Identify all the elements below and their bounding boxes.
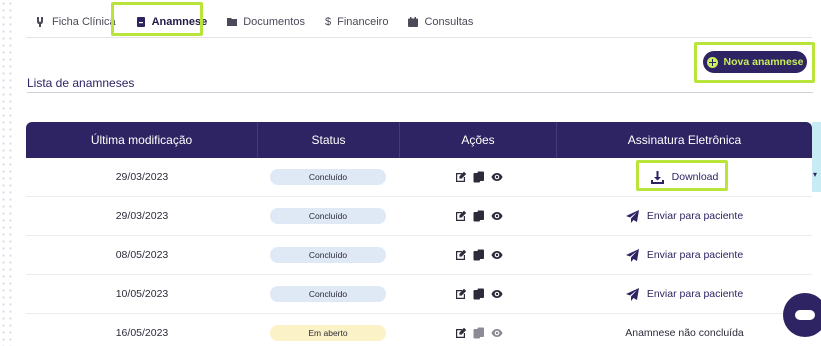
chat-icon — [795, 310, 815, 320]
row-actions-cell — [400, 236, 557, 274]
row-date: 10/05/2023 — [115, 288, 169, 300]
plus-circle-icon — [706, 56, 718, 68]
send-to-patient-button[interactable]: Enviar para paciente — [625, 209, 744, 223]
row-date: 08/05/2023 — [115, 249, 169, 261]
copy-icon[interactable] — [473, 288, 485, 300]
section-title: Lista de anamneses — [27, 76, 135, 90]
status-badge: Concluído — [270, 247, 386, 263]
table-row: 29/03/2023 Concluído Download — [26, 158, 812, 197]
row-actions-cell — [400, 197, 557, 235]
row-signature-cell: Download — [557, 158, 812, 196]
row-actions-cell — [400, 314, 557, 346]
side-scroll-strip[interactable]: ▾ — [812, 122, 821, 192]
clinic-icon — [37, 16, 43, 27]
row-signature-cell: Anamnese não concluída — [557, 314, 812, 346]
row-status-cell: Em aberto — [258, 314, 400, 346]
send-to-patient-button[interactable]: Enviar para paciente — [625, 287, 744, 301]
status-badge: Em aberto — [270, 325, 386, 341]
edit-icon[interactable] — [455, 249, 467, 261]
eye-icon[interactable] — [491, 171, 503, 183]
row-actions-cell — [400, 158, 557, 196]
tab-bar: Ficha Clínica Anamnese Documentos $ Fina… — [26, 6, 812, 38]
header-signature: Assinatura Eletrônica — [627, 133, 742, 147]
row-signature-cell: Enviar para paciente — [557, 236, 812, 274]
copy-icon[interactable] — [473, 249, 485, 261]
download-label: Download — [671, 171, 719, 183]
row-actions-cell — [400, 275, 557, 313]
row-actions — [455, 327, 503, 339]
new-anamnese-label: Nova anamnese — [723, 56, 804, 68]
eye-icon[interactable] — [491, 210, 503, 222]
chevron-down-icon: ▾ — [813, 170, 818, 179]
header-status: Status — [258, 122, 400, 158]
header-actions: Ações — [400, 122, 557, 158]
download-icon — [650, 170, 664, 184]
section-divider — [27, 92, 813, 93]
table-row: 08/05/2023 Concluído Enviar para pacient… — [26, 236, 812, 275]
paper-plane-icon — [625, 248, 639, 262]
header-last-modified: Última modificação — [26, 122, 258, 158]
copy-icon[interactable] — [473, 171, 485, 183]
row-signature-cell: Enviar para paciente — [557, 197, 812, 235]
send-label: Enviar para paciente — [646, 249, 744, 261]
page-gutter — [0, 0, 14, 346]
download-button[interactable]: Download — [650, 170, 719, 184]
eye-icon[interactable] — [491, 288, 503, 300]
send-label: Enviar para paciente — [646, 288, 744, 300]
notebook-icon — [136, 16, 145, 27]
row-status-cell: Concluído — [258, 197, 400, 235]
row-status-cell: Concluído — [258, 158, 400, 196]
row-date: 16/05/2023 — [115, 327, 169, 339]
paper-plane-icon — [625, 209, 639, 223]
edit-icon[interactable] — [455, 288, 467, 300]
status-badge: Concluído — [270, 169, 386, 185]
folder-icon — [227, 17, 238, 26]
table-row: 16/05/2023 Em aberto Anamnese não conclu… — [26, 314, 812, 346]
calendar-icon — [408, 16, 419, 27]
copy-icon[interactable] — [473, 210, 485, 222]
tab-consultas[interactable]: Consultas — [398, 7, 483, 37]
table-row: 10/05/2023 Concluído Enviar para pacient… — [26, 275, 812, 314]
row-status-cell: Concluído — [258, 236, 400, 274]
tab-financeiro[interactable]: $ Financeiro — [315, 7, 398, 37]
signature-status-text: Anamnese não concluída — [625, 327, 744, 339]
send-label: Enviar para paciente — [646, 210, 744, 222]
edit-icon[interactable] — [455, 210, 467, 222]
copy-icon — [473, 327, 484, 339]
table-row: 29/03/2023 Concluído Enviar para pacient… — [26, 197, 812, 236]
row-date: 29/03/2023 — [115, 210, 169, 222]
send-to-patient-button[interactable]: Enviar para paciente — [625, 248, 744, 262]
tab-label: Consultas — [424, 15, 474, 28]
row-signature-cell: Enviar para paciente — [557, 275, 812, 313]
status-badge: Concluído — [270, 208, 386, 224]
tab-label: Anamnese — [151, 15, 208, 28]
tab-label: Ficha Clínica — [52, 15, 116, 28]
new-anamnese-button[interactable]: Nova anamnese — [703, 51, 807, 73]
row-actions — [455, 171, 503, 183]
edit-icon[interactable] — [455, 327, 467, 339]
anamnese-table: Última modificação Status Ações Assinatu… — [26, 122, 812, 346]
row-status-cell: Concluído — [258, 275, 400, 313]
table-header: Última modificação Status Ações Assinatu… — [26, 122, 812, 158]
status-badge: Concluído — [270, 286, 386, 302]
tab-ficha-clinica[interactable]: Ficha Clínica — [26, 7, 126, 37]
row-actions — [455, 288, 503, 300]
tab-label: Financeiro — [337, 15, 389, 28]
dollar-icon: $ — [324, 15, 332, 28]
tab-label: Documentos — [243, 15, 305, 28]
row-date: 29/03/2023 — [115, 171, 169, 183]
chat-button[interactable] — [783, 293, 821, 337]
edit-icon[interactable] — [455, 171, 467, 183]
eye-icon — [491, 329, 502, 337]
row-actions — [455, 210, 503, 222]
tab-anamnese[interactable]: Anamnese — [126, 7, 218, 37]
paper-plane-icon — [625, 287, 639, 301]
row-actions — [455, 249, 503, 261]
eye-icon[interactable] — [491, 249, 503, 261]
tab-documentos[interactable]: Documentos — [217, 7, 315, 37]
